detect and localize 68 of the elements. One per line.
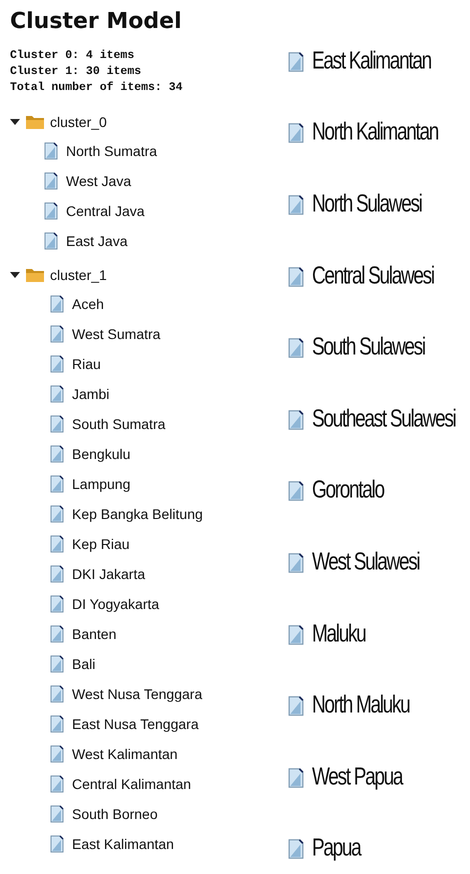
document-icon [50,775,64,793]
tree-item[interactable]: Central Kalimantan [72,776,192,792]
tree-item[interactable]: South Sumatra [72,416,166,432]
tree-item[interactable]: Central Java [66,203,145,219]
document-icon [50,355,64,373]
tree-folder-label[interactable]: cluster_1 [50,267,107,283]
tree-item[interactable]: West Sulawesi [312,548,420,578]
tree-item[interactable]: North Sulawesi [312,190,422,220]
tree-item[interactable]: South Sulawesi [312,334,425,362]
document-icon [50,805,64,823]
summary-line: Total number of items: 34 [10,80,184,96]
tree-folder-label[interactable]: cluster_0 [50,114,107,130]
document-icon [50,655,64,673]
document-icon [50,535,64,553]
tree-item[interactable]: Central Sulawesi [312,262,434,291]
summary-line: Cluster 0: 4 items [10,48,136,64]
tree-item[interactable]: North Kalimantan [312,119,438,148]
tree-item[interactable]: West Nusa Tenggara [72,686,202,702]
tree-item[interactable]: Southeast Sulawesi [312,405,456,434]
tree-item[interactable]: Lampung [72,476,130,492]
document-icon [50,625,64,643]
tree-item[interactable]: Papua [312,835,360,864]
panel-title: Cluster Model [10,8,183,36]
tree-item[interactable]: Kep Bangka Belitung [72,506,203,522]
tree-item[interactable]: Bali [72,656,96,672]
document-icon [44,142,58,160]
tree-item[interactable]: Kep Riau [72,536,130,552]
tree-item[interactable]: Maluku [312,620,366,649]
document-icon [50,745,64,763]
tree-item[interactable]: West Sumatra [72,326,160,342]
tree-item[interactable]: DI Yogyakarta [72,596,160,612]
document-icon [50,685,64,703]
folder-icon [25,114,45,130]
document-icon [50,505,64,523]
tree-item[interactable]: West Papua [312,763,402,792]
tree-item[interactable]: East Nusa Tenggara [72,716,199,732]
tree-item[interactable]: West Java [66,173,132,189]
document-icon [50,595,64,613]
expand-arrow-icon[interactable] [10,117,20,127]
document-icon [50,715,64,733]
folder-icon [25,267,45,283]
tree-item[interactable]: East Java [66,233,128,249]
document-icon [50,445,64,463]
tree-item[interactable]: Gorontalo [312,477,384,506]
tree-item[interactable]: Banten [72,626,116,642]
tree-item[interactable]: North Maluku [312,692,410,720]
document-icon [50,325,64,343]
tree-item[interactable]: Riau [72,356,101,372]
tree-item[interactable]: Bengkulu [72,446,130,462]
tree-item[interactable]: East Kalimantan [72,836,174,852]
document-icon [50,385,64,403]
tree-item[interactable]: DKI Jakarta [72,566,146,582]
tree-item[interactable]: South Borneo [72,806,158,822]
document-icon [50,295,64,313]
document-icon [50,415,64,433]
tree-item[interactable]: West Kalimantan [72,746,178,762]
tree-item[interactable]: Jambi [72,386,110,402]
document-icon [44,202,58,220]
document-icon [44,232,58,250]
expand-arrow-icon[interactable] [10,270,20,280]
tree-item[interactable]: Aceh [72,296,104,312]
document-icon [44,172,58,190]
summary-line: Cluster 1: 30 items [10,64,142,80]
document-icon [50,565,64,583]
document-icon [50,835,64,853]
tree-item[interactable]: North Sumatra [66,143,158,159]
tree-item[interactable]: East Kalimantan [312,48,431,76]
document-icon [50,475,64,493]
